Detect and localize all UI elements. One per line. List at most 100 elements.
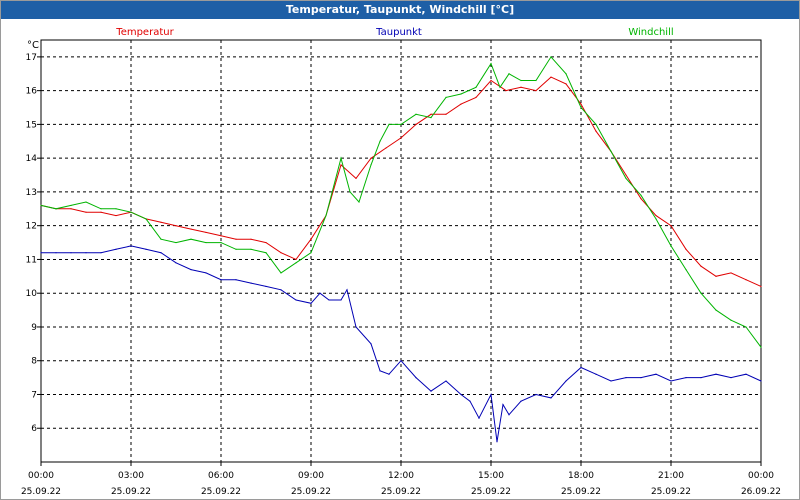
data-point-taupunkt xyxy=(115,248,117,250)
data-point-windchill xyxy=(190,238,192,240)
data-point-temperatur xyxy=(685,248,687,250)
data-point-taupunkt xyxy=(700,377,702,379)
data-point-taupunkt xyxy=(160,252,162,254)
data-point-temperatur xyxy=(415,123,417,125)
data-point-windchill xyxy=(388,123,390,125)
data-point-windchill xyxy=(640,194,642,196)
data-point-taupunkt xyxy=(730,377,732,379)
data-point-taupunkt xyxy=(490,393,492,396)
data-point-temperatur xyxy=(445,113,447,115)
data-point-temperatur xyxy=(595,130,597,132)
data-point-windchill xyxy=(145,218,147,220)
legend-temperatur: Temperatur xyxy=(115,27,174,38)
data-point-taupunkt xyxy=(328,299,330,301)
data-point-windchill xyxy=(175,241,177,244)
y-tick-label: 10 xyxy=(26,289,38,299)
data-point-temperatur xyxy=(730,272,732,274)
data-point-windchill xyxy=(685,268,687,271)
data-point-windchill xyxy=(730,319,732,321)
data-point-temperatur xyxy=(175,225,177,227)
data-point-windchill xyxy=(715,309,717,311)
data-point-temperatur xyxy=(640,198,642,200)
data-point-temperatur xyxy=(430,113,432,115)
data-point-taupunkt xyxy=(379,370,381,372)
data-point-windchill xyxy=(340,157,342,159)
data-point-taupunkt xyxy=(70,252,72,254)
data-point-taupunkt xyxy=(205,272,207,274)
data-point-taupunkt xyxy=(415,377,417,379)
x-tick-date-label: 25.09.22 xyxy=(381,487,421,497)
y-tick-label: 6 xyxy=(31,424,37,434)
data-point-taupunkt xyxy=(319,292,321,294)
data-point-windchill xyxy=(400,123,402,125)
data-point-windchill xyxy=(40,204,42,207)
data-point-windchill xyxy=(205,241,207,244)
data-point-windchill xyxy=(580,106,582,109)
data-point-windchill xyxy=(295,262,297,264)
data-point-windchill xyxy=(508,73,510,75)
data-point-taupunkt xyxy=(496,441,498,443)
x-tick-date-label: 26.09.22 xyxy=(741,487,781,497)
data-point-temperatur xyxy=(745,279,747,281)
data-point-temperatur xyxy=(265,241,267,244)
data-point-temperatur xyxy=(505,90,507,92)
x-tick-time-label: 03:00 xyxy=(118,471,144,481)
data-point-taupunkt xyxy=(610,380,612,382)
data-point-temperatur xyxy=(190,228,192,230)
data-point-taupunkt xyxy=(280,289,282,291)
y-tick-label: 7 xyxy=(31,390,37,400)
data-point-windchill xyxy=(535,79,537,82)
data-point-taupunkt xyxy=(535,393,537,396)
x-tick-time-label: 06:00 xyxy=(208,471,234,481)
data-point-windchill xyxy=(415,113,417,115)
data-point-windchill xyxy=(520,79,522,82)
x-tick-time-label: 12:00 xyxy=(388,471,414,481)
data-point-taupunkt xyxy=(670,380,672,382)
data-point-taupunkt xyxy=(508,414,510,416)
data-point-taupunkt xyxy=(469,400,471,402)
data-point-taupunkt xyxy=(745,373,747,375)
data-point-taupunkt xyxy=(460,393,462,396)
data-point-taupunkt xyxy=(760,380,762,382)
data-point-taupunkt xyxy=(175,262,177,264)
x-tick-date-label: 25.09.22 xyxy=(561,487,601,497)
y-tick-label: 14 xyxy=(26,154,38,164)
y-tick-label: 12 xyxy=(26,222,37,232)
data-point-temperatur xyxy=(85,211,87,213)
data-point-taupunkt xyxy=(55,252,57,254)
data-point-temperatur xyxy=(205,231,207,234)
data-point-windchill xyxy=(745,326,747,328)
data-point-windchill xyxy=(430,117,432,119)
data-point-windchill xyxy=(370,164,372,166)
data-point-taupunkt xyxy=(370,343,372,345)
data-point-temperatur xyxy=(760,285,762,288)
data-point-taupunkt xyxy=(265,285,267,288)
x-tick-date-label: 25.09.22 xyxy=(651,487,691,497)
y-tick-label: 11 xyxy=(26,255,37,265)
data-point-temperatur xyxy=(550,76,552,78)
data-point-taupunkt xyxy=(445,380,447,382)
data-point-windchill xyxy=(379,140,381,142)
data-point-taupunkt xyxy=(40,252,42,254)
data-point-windchill xyxy=(475,86,477,88)
data-point-windchill xyxy=(760,346,762,348)
y-tick-label: 15 xyxy=(26,120,37,130)
x-tick-time-label: 09:00 xyxy=(298,471,324,481)
data-point-temperatur xyxy=(370,157,372,159)
data-point-temperatur xyxy=(490,79,492,82)
data-point-temperatur xyxy=(280,252,282,254)
data-point-temperatur xyxy=(250,238,252,240)
data-point-taupunkt xyxy=(85,252,87,254)
data-point-taupunkt xyxy=(100,252,102,254)
data-point-temperatur xyxy=(340,164,342,166)
data-point-temperatur xyxy=(670,225,672,227)
data-point-taupunkt xyxy=(220,279,222,281)
data-point-windchill xyxy=(85,201,87,203)
data-point-taupunkt xyxy=(235,279,237,281)
data-point-taupunkt xyxy=(580,366,582,369)
data-point-temperatur xyxy=(235,238,237,240)
legend-taupunkt: Taupunkt xyxy=(375,27,422,38)
data-point-windchill xyxy=(220,241,222,244)
data-point-temperatur xyxy=(310,238,312,240)
data-point-windchill xyxy=(595,123,597,125)
